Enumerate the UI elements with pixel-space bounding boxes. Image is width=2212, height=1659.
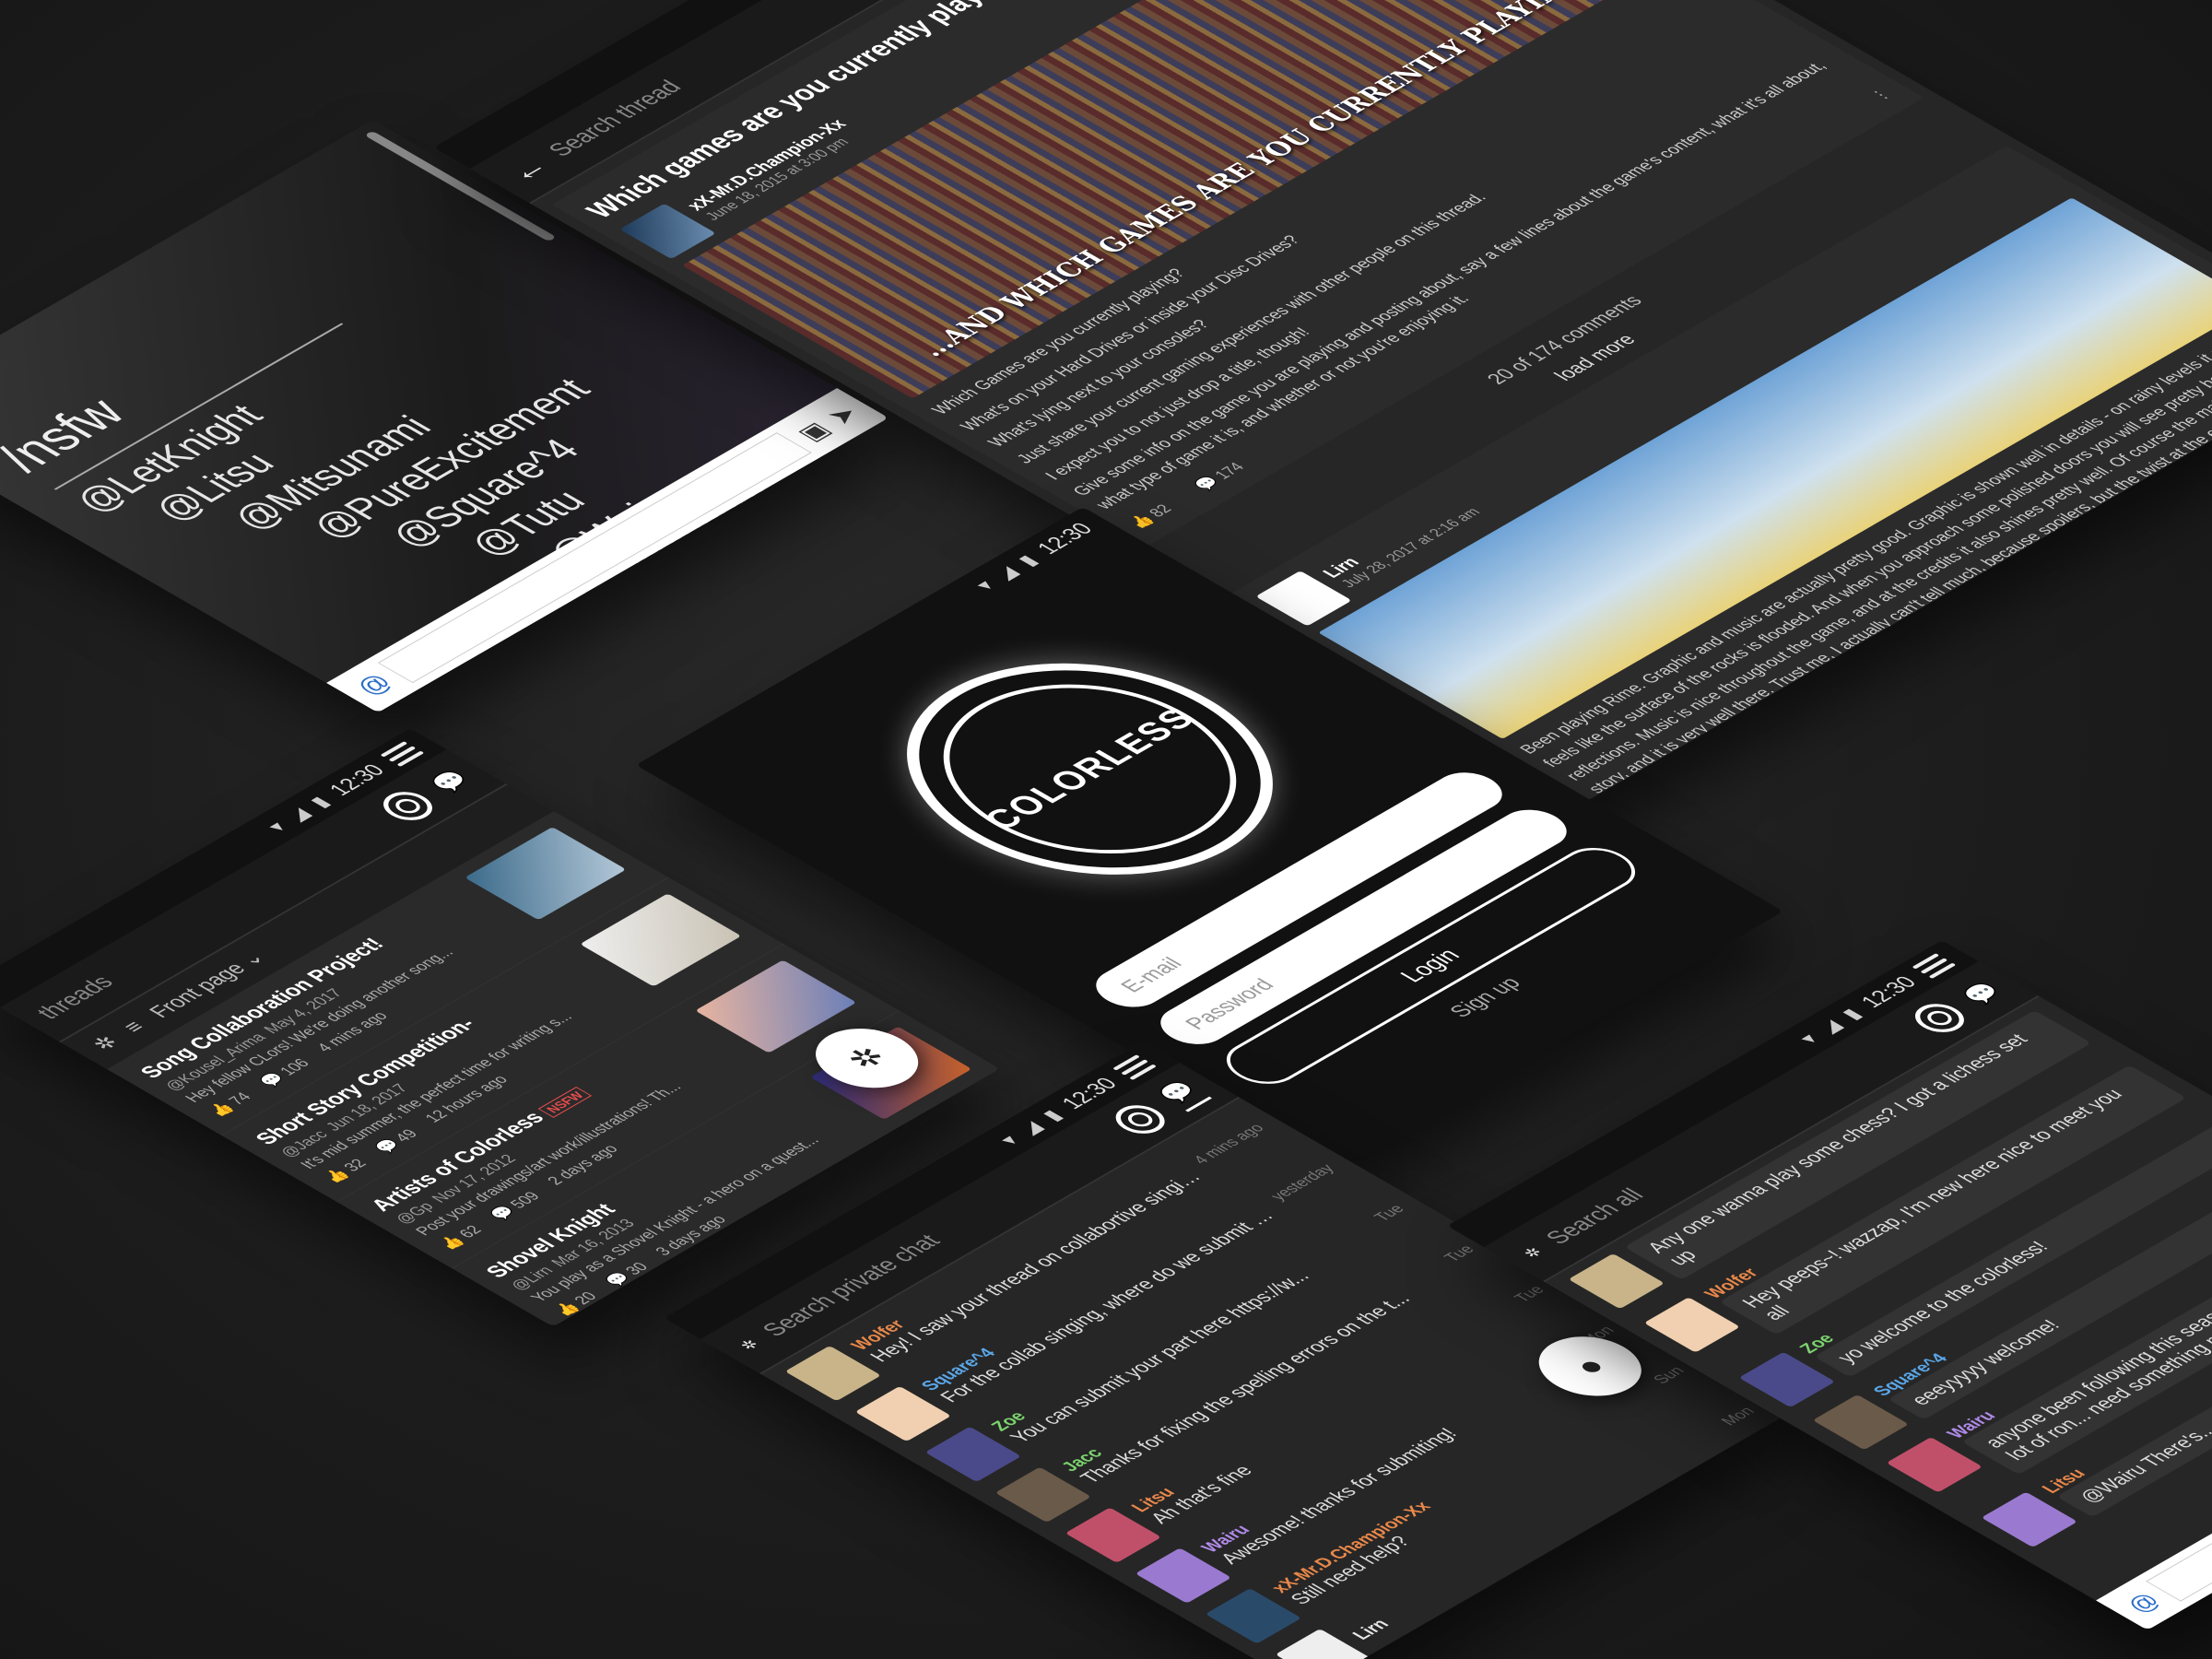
chat-icon[interactable]: 💬 (1957, 979, 2007, 1008)
thread-comments: 509 (507, 1189, 545, 1212)
chat-icon[interactable]: 💬 (1153, 1077, 1213, 1112)
logo-text: COLORLESS (973, 701, 1206, 836)
flower-icon: ✲ (838, 1041, 896, 1076)
signal-icon: ◢ (990, 563, 1023, 582)
chat-time: Sun (1650, 1364, 1689, 1387)
menu-icon[interactable] (1912, 953, 1957, 979)
thread-comments: 49 (392, 1127, 422, 1145)
chat-time: Tue (1441, 1242, 1479, 1265)
chat-time: Tue (1371, 1202, 1409, 1225)
signal-icon: ◢ (1813, 1017, 1847, 1036)
battery-icon: ▮ (1038, 1107, 1067, 1124)
chat-time: Tue (1511, 1283, 1549, 1305)
camera-icon[interactable]: ▣ (790, 418, 838, 445)
menu-icon[interactable] (380, 741, 425, 767)
more-options-icon[interactable]: ⋮ (1865, 86, 1897, 104)
signal-icon: ◢ (1014, 1118, 1047, 1137)
battery-icon: ▮ (1013, 552, 1043, 570)
wifi-icon: ▾ (1794, 1030, 1823, 1047)
chat-time: Mon (1718, 1405, 1759, 1429)
status-time: 12:30 (1030, 519, 1099, 559)
thread-likes: 20 (571, 1289, 602, 1308)
back-arrow-icon[interactable]: ← (496, 151, 559, 188)
app-logo-icon[interactable] (373, 785, 442, 827)
comment-icon[interactable]: 💬 174 (1191, 460, 1250, 494)
chat-bubble-icon: ● (1563, 1350, 1616, 1382)
chat-time: yesterday (1266, 1161, 1339, 1204)
send-icon[interactable]: ➤ (818, 401, 866, 429)
at-icon: @ (2118, 1588, 2168, 1617)
like-icon[interactable]: 👍 82 (1125, 501, 1178, 532)
signal-icon: ◢ (281, 805, 315, 824)
thread-likes: 32 (340, 1157, 371, 1174)
flower-icon[interactable]: ✲ (1519, 1244, 1548, 1261)
thread-comments: 30 (622, 1260, 653, 1278)
op-likes: 82 (1146, 502, 1177, 521)
reply2-date: July 29, 2017 at 6:28 pm (1801, 726, 1939, 806)
wifi-icon: ▾ (263, 818, 291, 835)
op-comments: 174 (1212, 460, 1250, 483)
thread-comments: 106 (276, 1056, 314, 1078)
flower-icon[interactable]: ✲ (735, 1336, 765, 1353)
app-logo-icon[interactable] (1905, 997, 1974, 1039)
battery-icon: ▮ (1837, 1006, 1866, 1023)
mockup-stage: e /nsfw @LetKnight@Litsu@Mitsunami@PureE… (0, 0, 2212, 1659)
reply-comments: 1 (1748, 786, 1771, 801)
thread-likes: 74 (225, 1090, 256, 1108)
chat-time: 4 mins ago (1190, 1121, 1269, 1167)
thread-likes: 62 (455, 1223, 487, 1241)
filter-icon[interactable]: ≡ (117, 1017, 151, 1036)
app-logo-icon[interactable] (1105, 1099, 1175, 1140)
wifi-icon: ▾ (971, 577, 999, 594)
menu-icon[interactable] (1112, 1054, 1158, 1080)
reply2-name[interactable]: Morticai (1740, 798, 1814, 807)
battery-icon: ▮ (305, 794, 335, 811)
at-icon: @ (348, 669, 400, 700)
app-logo: COLORLESS (831, 619, 1348, 918)
comment-icon[interactable]: 💬 1 (1727, 786, 1772, 807)
chat-icon[interactable]: 💬 (425, 767, 476, 796)
flower-icon[interactable]: ✲ (87, 1032, 125, 1054)
wifi-icon: ▾ (994, 1132, 1024, 1148)
